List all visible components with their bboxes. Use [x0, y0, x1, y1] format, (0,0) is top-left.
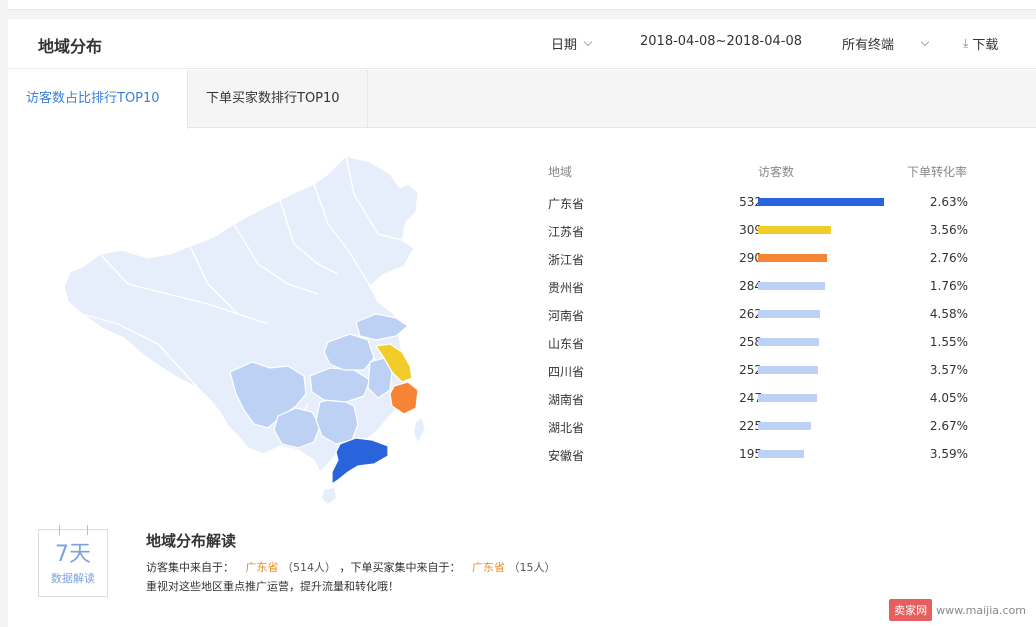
- row-conversion-rate: 2.63%: [929, 195, 968, 209]
- download-icon: ⤓: [963, 36, 969, 50]
- page-title: 地域分布: [38, 37, 103, 56]
- china-map-base: [63, 155, 419, 474]
- row-conversion-rate: 4.05%: [929, 391, 968, 405]
- tab-bar: 访客数占比排行TOP10 下单买家数排行TOP10: [8, 70, 1036, 129]
- row-province: 广东省: [548, 197, 585, 211]
- col-region-header: 地域: [548, 165, 573, 179]
- download-label: 下载: [972, 38, 999, 53]
- table-row: 贵州省 284 1.76%: [548, 272, 978, 300]
- chevron-down-icon: [920, 37, 930, 46]
- badge-days: 7天: [55, 542, 91, 567]
- chevron-down-icon: [583, 37, 593, 46]
- table-row: 江苏省 309 3.56%: [548, 216, 978, 244]
- row-conversion-rate: 2.67%: [929, 419, 968, 433]
- island-hainan: [322, 488, 336, 504]
- table-row: 山东省 258 1.55%: [548, 328, 978, 356]
- tab-buyer-top10[interactable]: 下单买家数排行TOP10: [188, 70, 368, 128]
- date-label: 日期: [551, 38, 578, 53]
- visitor-prefix: 访客集中来自于：: [146, 561, 234, 574]
- interpretation-summary: 访客集中来自于： 广东省 （514人） ，下单买家集中来自于： 广东省 （15人…: [146, 559, 556, 575]
- col-visitors-header: 访客数: [758, 165, 795, 179]
- row-conversion-rate: 3.57%: [929, 363, 968, 377]
- row-province: 山东省: [548, 337, 585, 351]
- row-province: 贵州省: [548, 281, 585, 295]
- row-province: 四川省: [548, 365, 585, 379]
- date-range-text: 2018-04-08~2018-04-08: [640, 34, 802, 49]
- china-map: [63, 155, 424, 504]
- watermark-logo: 卖家网: [889, 599, 933, 621]
- watermark-url: www.maijia.com: [936, 603, 1026, 617]
- row-conversion-rate: 3.59%: [929, 447, 968, 461]
- terminal-label: 所有终端: [842, 38, 895, 53]
- terminal-dropdown[interactable]: 所有终端: [842, 34, 930, 53]
- interpretation-advice: 重视对这些地区重点推广运营，提升流量和转化哦！: [146, 580, 399, 593]
- top-strip: [8, 0, 1036, 10]
- buyer-prefix: ，下单买家集中来自于：: [339, 561, 461, 574]
- date-dropdown[interactable]: 日期: [551, 34, 593, 53]
- table-row: 湖南省 247 4.05%: [548, 384, 978, 412]
- date-range-picker[interactable]: 2018-04-08~2018-04-08: [640, 34, 802, 49]
- card-header: 地域分布 日期 2018-04-08~2018-04-08 所有终端 ⤓ 下载: [8, 19, 1036, 69]
- tab-visitor-top10[interactable]: 访客数占比排行TOP10: [8, 70, 188, 129]
- table-row: 河南省 262 4.58%: [548, 300, 978, 328]
- watermark: 卖家网 www.maijia.com: [889, 599, 1026, 621]
- visitor-province: 广东省: [245, 561, 279, 574]
- row-visitor-bar: [758, 282, 825, 290]
- row-visitor-bar: [758, 310, 820, 318]
- row-visitor-bar: [758, 338, 819, 346]
- row-conversion-rate: 1.76%: [929, 279, 968, 293]
- interpretation-title: 地域分布解读: [146, 532, 237, 550]
- row-visitor-bar: [758, 422, 811, 430]
- table-row: 安徽省 195 3.59%: [548, 440, 978, 468]
- row-conversion-rate: 1.55%: [929, 335, 968, 349]
- row-conversion-rate: 4.58%: [929, 307, 968, 321]
- island-taiwan: [414, 418, 424, 442]
- buyer-province: 广东省: [472, 561, 505, 574]
- row-province: 江苏省: [548, 225, 585, 239]
- row-province: 安徽省: [548, 449, 585, 463]
- table-row: 浙江省 290 2.76%: [548, 244, 978, 272]
- table-row: 广东省 532 2.63%: [548, 188, 978, 216]
- row-province: 浙江省: [548, 253, 585, 267]
- row-visitor-bar: [758, 198, 884, 206]
- row-visitor-bar: [758, 450, 804, 458]
- badge-caption: 数据解读: [51, 572, 95, 585]
- row-visitor-bar: [758, 254, 827, 262]
- province-guangdong: [331, 437, 389, 486]
- row-province: 湖南省: [548, 393, 585, 407]
- calendar-ring: [59, 525, 60, 535]
- seven-day-badge[interactable]: 7天 数据解读: [38, 525, 108, 597]
- region-distribution-card: 地域分布 日期 2018-04-08~2018-04-08 所有终端 ⤓ 下载 …: [8, 19, 1036, 627]
- table-row: 四川省 252 3.57%: [548, 356, 978, 384]
- row-visitor-bar: [758, 366, 818, 374]
- buyer-count: （15人）: [508, 561, 556, 574]
- col-rate-header: 下单转化率: [907, 165, 968, 179]
- calendar-ring: [87, 525, 88, 535]
- row-visitor-bar: [758, 394, 817, 402]
- row-province: 湖北省: [548, 421, 585, 435]
- row-conversion-rate: 3.56%: [929, 223, 968, 237]
- row-visitor-bar: [758, 226, 831, 234]
- visitor-count: （514人）: [282, 561, 336, 574]
- table-row: 湖北省 225 2.67%: [548, 412, 978, 440]
- row-province: 河南省: [548, 309, 585, 323]
- download-button[interactable]: ⤓ 下载: [963, 34, 998, 53]
- row-conversion-rate: 2.76%: [929, 251, 968, 265]
